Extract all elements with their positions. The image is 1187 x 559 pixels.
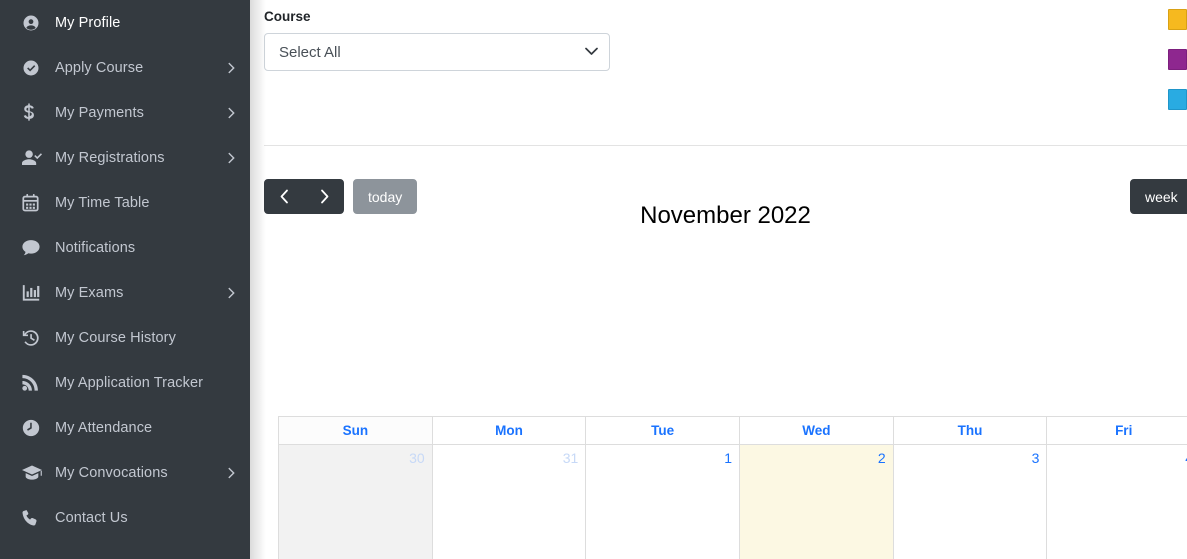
sidebar-item-label: Notifications xyxy=(55,239,136,256)
calendar-day-number[interactable]: 30 xyxy=(409,450,425,467)
sidebar-item-my-time-table[interactable]: My Time Table xyxy=(0,180,250,225)
sidebar-item-label: My Time Table xyxy=(55,194,150,211)
check-circle-icon xyxy=(22,59,48,77)
sidebar-item-notifications[interactable]: Notifications xyxy=(0,225,250,270)
calendar-grid: SunMonTueWedThuFri 303112346789101113141… xyxy=(278,416,1187,559)
chevron-right-icon xyxy=(224,467,236,479)
calendar-week-row: 30 31 1 2 34 xyxy=(279,445,1187,559)
calendar-day-cell[interactable]: 4 xyxy=(1047,445,1187,559)
calendar-day-cell[interactable]: 1 xyxy=(586,445,741,559)
sidebar-item-label: My Registrations xyxy=(55,149,165,166)
sidebar-item-my-convocations[interactable]: My Convocations xyxy=(0,450,250,495)
course-filter-block: Course Select All xyxy=(264,0,1187,71)
legend-swatch-yellow[interactable] xyxy=(1168,9,1187,30)
calendar-day-cell[interactable]: 2 xyxy=(740,445,894,559)
sidebar-item-label: Contact Us xyxy=(55,509,128,526)
clock-icon xyxy=(22,419,48,437)
legend-swatch-purple[interactable] xyxy=(1168,49,1187,70)
sidebar-item-my-application-tracker[interactable]: My Application Tracker xyxy=(0,360,250,405)
sidebar-item-my-course-history[interactable]: My Course History xyxy=(0,315,250,360)
calendar-day-number[interactable]: 3 xyxy=(1032,450,1040,467)
main-content: Course Select All today November 2022 we… xyxy=(250,0,1187,559)
course-color-legend xyxy=(1168,9,1187,129)
chevron-right-icon xyxy=(224,62,236,74)
user-circle-icon xyxy=(22,14,48,32)
calendar-day-number[interactable]: 1 xyxy=(724,450,732,467)
calendar-day-header-fri: Fri xyxy=(1047,417,1187,445)
history-icon xyxy=(22,329,48,347)
section-divider xyxy=(264,145,1187,146)
sidebar-item-my-profile[interactable]: My Profile xyxy=(0,0,250,45)
calendar-title: November 2022 xyxy=(640,201,811,229)
calendar-day-header-row: Sun Mon Tue Wed Thu Fri xyxy=(279,417,1187,445)
rss-icon xyxy=(22,374,48,391)
chevron-right-icon xyxy=(224,107,236,119)
calendar-day-header-mon: Mon xyxy=(432,417,587,445)
bar-chart-icon xyxy=(22,284,48,301)
sidebar-item-label: My Attendance xyxy=(55,419,153,436)
sidebar-item-label: Apply Course xyxy=(55,59,144,76)
course-label: Course xyxy=(264,9,311,24)
graduation-cap-icon xyxy=(22,465,48,481)
legend-swatch-blue[interactable] xyxy=(1168,89,1187,110)
sidebar-item-label: My Application Tracker xyxy=(55,374,204,391)
sidebar-item-label: My Course History xyxy=(55,329,176,346)
calendar-day-cell[interactable]: 30 xyxy=(279,445,433,559)
sidebar-item-label: My Payments xyxy=(55,104,144,121)
calendar-body: 3031123467891011131415161718 xyxy=(279,445,1187,559)
sidebar-item-my-registrations[interactable]: My Registrations xyxy=(0,135,250,180)
user-check-icon xyxy=(22,149,48,166)
calendar-toolbar: today November 2022 week xyxy=(264,166,1187,229)
sidebar-item-my-payments[interactable]: My Payments xyxy=(0,90,250,135)
sidebar-item-contact-us[interactable]: Contact Us xyxy=(0,495,250,540)
course-select[interactable]: Select All xyxy=(264,33,610,71)
calendar-day-cell[interactable]: 3 xyxy=(893,445,1048,559)
dollar-sign-icon xyxy=(22,103,48,122)
course-select-wrapper: Select All xyxy=(264,33,610,71)
sidebar-item-label: My Profile xyxy=(55,14,121,31)
sidebar-item-my-attendance[interactable]: My Attendance xyxy=(0,405,250,450)
calendar-day-header-thu: Thu xyxy=(893,417,1048,445)
calendar-day-cell[interactable]: 31 xyxy=(432,445,587,559)
sidebar-item-apply-course[interactable]: Apply Course xyxy=(0,45,250,90)
chevron-right-icon xyxy=(224,287,236,299)
view-week-button[interactable]: week xyxy=(1130,179,1187,214)
sidebar-nav: My Profile Apply Course My Payments My Regi… xyxy=(0,0,250,559)
app-root: My Profile Apply Course My Payments My Regi… xyxy=(0,0,1187,559)
calendar-day-header-tue: Tue xyxy=(586,417,741,445)
calendar-view-buttons: week xyxy=(1130,179,1187,214)
calendar-day-number[interactable]: 31 xyxy=(563,450,579,467)
chevron-right-icon xyxy=(224,152,236,164)
sidebar-item-my-exams[interactable]: My Exams xyxy=(0,270,250,315)
phone-icon xyxy=(22,509,48,526)
calendar-day-header-wed: Wed xyxy=(740,417,894,445)
sidebar-item-label: My Exams xyxy=(55,284,124,301)
calendar-icon xyxy=(22,193,48,212)
calendar-day-number[interactable]: 2 xyxy=(878,450,886,467)
comment-icon xyxy=(22,239,48,256)
sidebar-item-label: My Convocations xyxy=(55,464,168,481)
calendar-day-header-sun: Sun xyxy=(279,417,433,445)
calendar-widget: today November 2022 week Sun Mon Tue Wed Thu… xyxy=(264,166,1187,559)
